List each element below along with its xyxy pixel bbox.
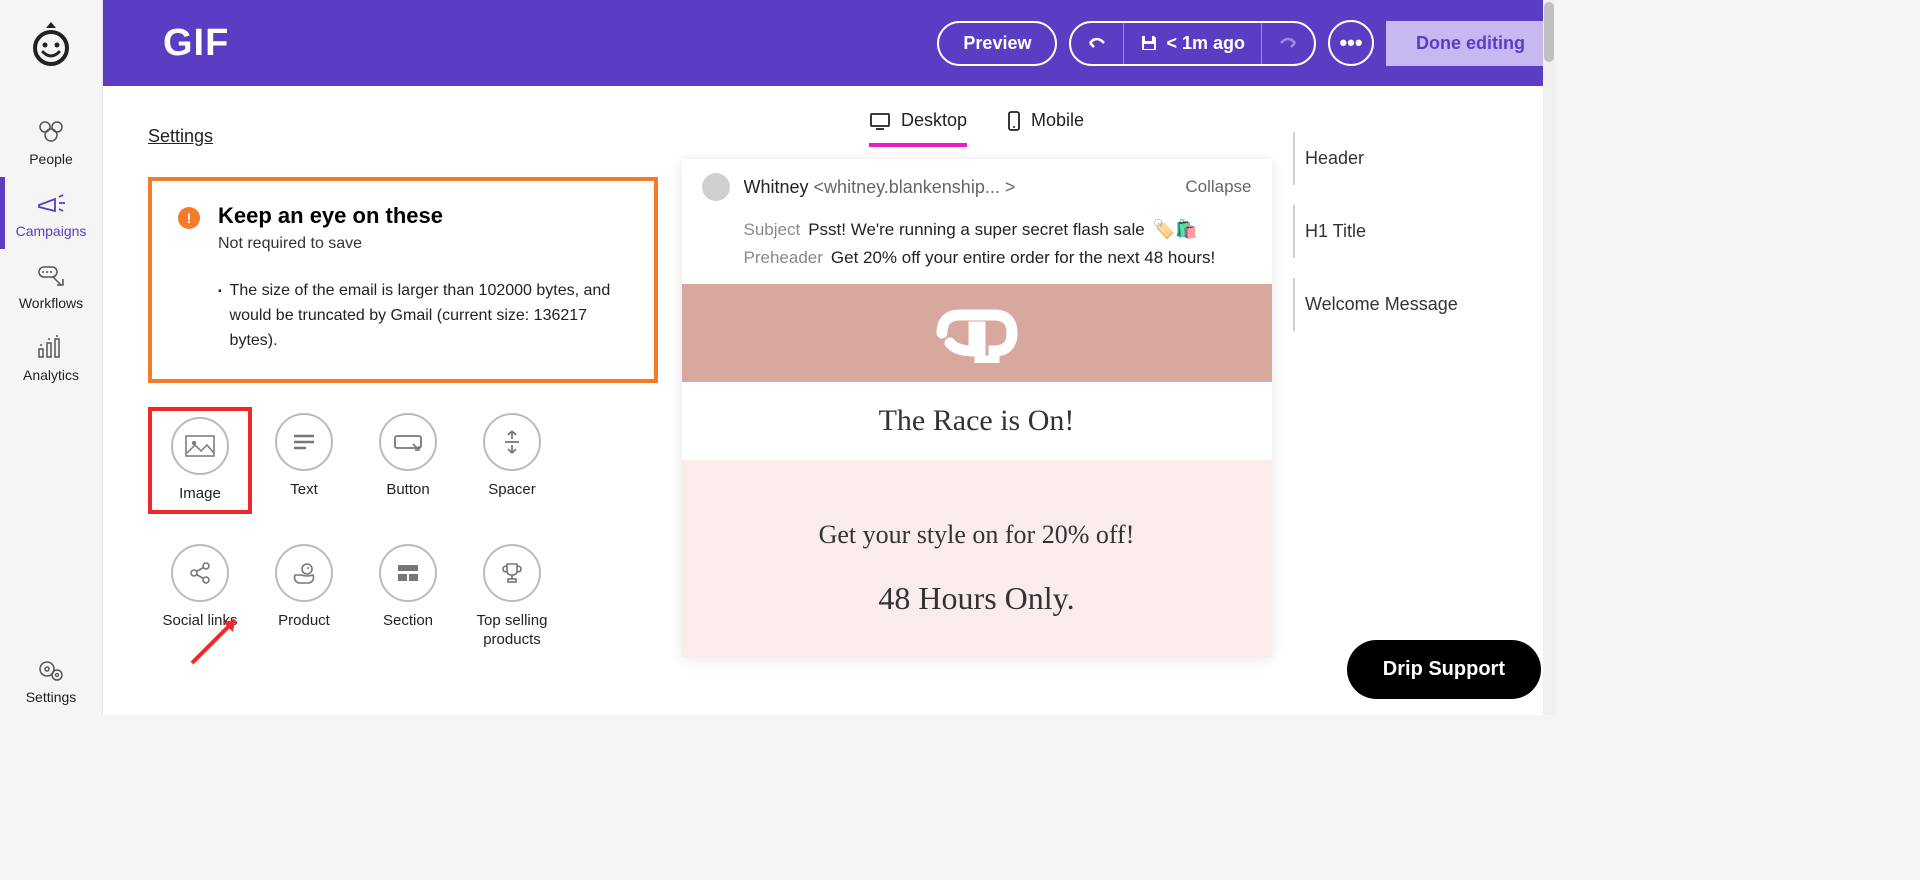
settings-link[interactable]: Settings xyxy=(148,126,213,147)
people-icon xyxy=(33,119,69,145)
topbar: GIF Preview < 1m ago ••• Done editing xyxy=(103,0,1555,86)
block-label: Spacer xyxy=(488,481,536,500)
trophy-icon xyxy=(500,561,524,585)
tab-mobile[interactable]: Mobile xyxy=(1007,110,1084,147)
from-text: Whitney <whitney.blankenship... > xyxy=(744,177,1172,198)
email-card: Whitney <whitney.blankenship... > Collap… xyxy=(682,159,1272,657)
nav-label: People xyxy=(29,151,73,167)
block-text[interactable]: Text xyxy=(252,407,356,514)
redo-icon xyxy=(1278,35,1298,51)
workflow-icon xyxy=(33,263,69,289)
outline-item-h1[interactable]: H1 Title xyxy=(1305,195,1535,268)
undo-icon xyxy=(1087,35,1107,51)
nav-label: Workflows xyxy=(19,295,83,311)
nav-campaigns[interactable]: Campaigns xyxy=(0,177,103,249)
scrollbar[interactable] xyxy=(1543,0,1555,715)
duck-icon xyxy=(291,561,317,585)
welcome-line2: 48 Hours Only. xyxy=(712,580,1242,617)
spacer-icon xyxy=(503,429,521,455)
builder-panel: Settings ! Keep an eye on these Not requ… xyxy=(103,86,668,715)
drip-support-button[interactable]: Drip Support xyxy=(1347,640,1541,699)
block-product[interactable]: Product xyxy=(252,538,356,656)
block-button[interactable]: Button xyxy=(356,407,460,514)
nav-workflows[interactable]: Workflows xyxy=(0,249,103,321)
done-editing-button[interactable]: Done editing xyxy=(1386,21,1555,66)
gear-icon xyxy=(33,657,69,683)
share-icon xyxy=(188,561,212,585)
collapse-link[interactable]: Collapse xyxy=(1185,177,1251,197)
sender-avatar xyxy=(702,173,730,201)
content-row: Settings ! Keep an eye on these Not requ… xyxy=(103,86,1555,715)
ellipsis-icon: ••• xyxy=(1339,30,1362,56)
preview-button[interactable]: Preview xyxy=(937,21,1057,66)
app-root: People Campaigns Workflows Analytics Se xyxy=(0,0,1555,715)
block-image[interactable]: Image xyxy=(148,407,252,514)
nav-people[interactable]: People xyxy=(0,105,103,177)
image-icon xyxy=(185,435,215,457)
megaphone-icon xyxy=(33,191,69,217)
button-icon xyxy=(393,432,423,452)
campaign-title: GIF xyxy=(163,22,229,65)
nav-settings[interactable]: Settings xyxy=(0,643,103,715)
undo-button[interactable] xyxy=(1071,23,1124,64)
block-label: Top selling products xyxy=(466,612,558,650)
analytics-icon xyxy=(33,335,69,361)
block-label: Product xyxy=(278,612,330,631)
desktop-icon xyxy=(869,112,891,130)
preview-panel: Desktop Mobile Whitney <whitney.blankens… xyxy=(668,86,1285,715)
more-button[interactable]: ••• xyxy=(1328,20,1374,66)
main-area: GIF Preview < 1m ago ••• Done editing xyxy=(103,0,1555,715)
email-h1-title[interactable]: The Race is On! xyxy=(682,382,1272,460)
block-top-selling[interactable]: Top selling products xyxy=(460,538,564,656)
block-label: Text xyxy=(290,481,318,500)
nav-label: Campaigns xyxy=(16,223,87,239)
preheader-row: Preheader Get 20% off your entire order … xyxy=(744,248,1252,268)
nav-analytics[interactable]: Analytics xyxy=(0,321,103,393)
preheader-text: Get 20% off your entire order for the ne… xyxy=(831,248,1215,268)
redo-button[interactable] xyxy=(1262,23,1314,64)
text-icon xyxy=(292,433,316,451)
preheader-label: Preheader xyxy=(744,248,823,268)
save-status-text: < 1m ago xyxy=(1166,33,1245,54)
block-label: Button xyxy=(386,481,429,500)
warning-message: The size of the email is larger than 102… xyxy=(218,279,628,353)
subject-label: Subject xyxy=(744,220,801,240)
tag-emoji: 🏷️🛍️ xyxy=(1153,219,1198,240)
email-body-header[interactable] xyxy=(682,284,1272,382)
block-social-links[interactable]: Social links xyxy=(148,538,252,656)
block-label: Section xyxy=(383,612,433,631)
nav-sidebar: People Campaigns Workflows Analytics Se xyxy=(0,0,103,715)
brand-logo xyxy=(922,303,1032,363)
blocks-grid: Image Text Button Spacer xyxy=(148,407,658,655)
warning-title: Keep an eye on these xyxy=(218,203,443,229)
device-tabs: Desktop Mobile xyxy=(869,86,1084,159)
scrollbar-thumb[interactable] xyxy=(1544,2,1554,62)
disk-icon xyxy=(1140,34,1158,52)
email-welcome-section[interactable]: Get your style on for 20% off! 48 Hours … xyxy=(682,460,1272,657)
outline-panel: Header H1 Title Welcome Message xyxy=(1285,86,1555,715)
subject-text: Psst! We're running a super secret flash… xyxy=(808,220,1144,240)
email-header: Whitney <whitney.blankenship... > Collap… xyxy=(682,159,1272,284)
email-body[interactable]: The Race is On! Get your style on for 20… xyxy=(682,284,1272,657)
save-status[interactable]: < 1m ago xyxy=(1124,23,1262,64)
block-spacer[interactable]: Spacer xyxy=(460,407,564,514)
outline-item-welcome[interactable]: Welcome Message xyxy=(1305,268,1535,341)
block-section[interactable]: Section xyxy=(356,538,460,656)
block-label: Social links xyxy=(162,612,237,631)
app-logo[interactable] xyxy=(28,18,74,70)
tab-desktop[interactable]: Desktop xyxy=(869,110,967,147)
block-label: Image xyxy=(179,485,221,504)
nav-label: Analytics xyxy=(23,367,79,383)
warning-box: ! Keep an eye on these Not required to s… xyxy=(148,177,658,383)
warning-icon: ! xyxy=(178,207,200,229)
subject-row: Subject Psst! We're running a super secr… xyxy=(744,219,1252,240)
outline-item-header[interactable]: Header xyxy=(1305,122,1535,195)
undo-save-redo-group: < 1m ago xyxy=(1069,21,1316,66)
nav-label: Settings xyxy=(26,689,77,705)
welcome-line1: Get your style on for 20% off! xyxy=(712,520,1242,550)
section-icon xyxy=(396,563,420,583)
warning-subtitle: Not required to save xyxy=(218,235,443,253)
mobile-icon xyxy=(1007,111,1021,131)
